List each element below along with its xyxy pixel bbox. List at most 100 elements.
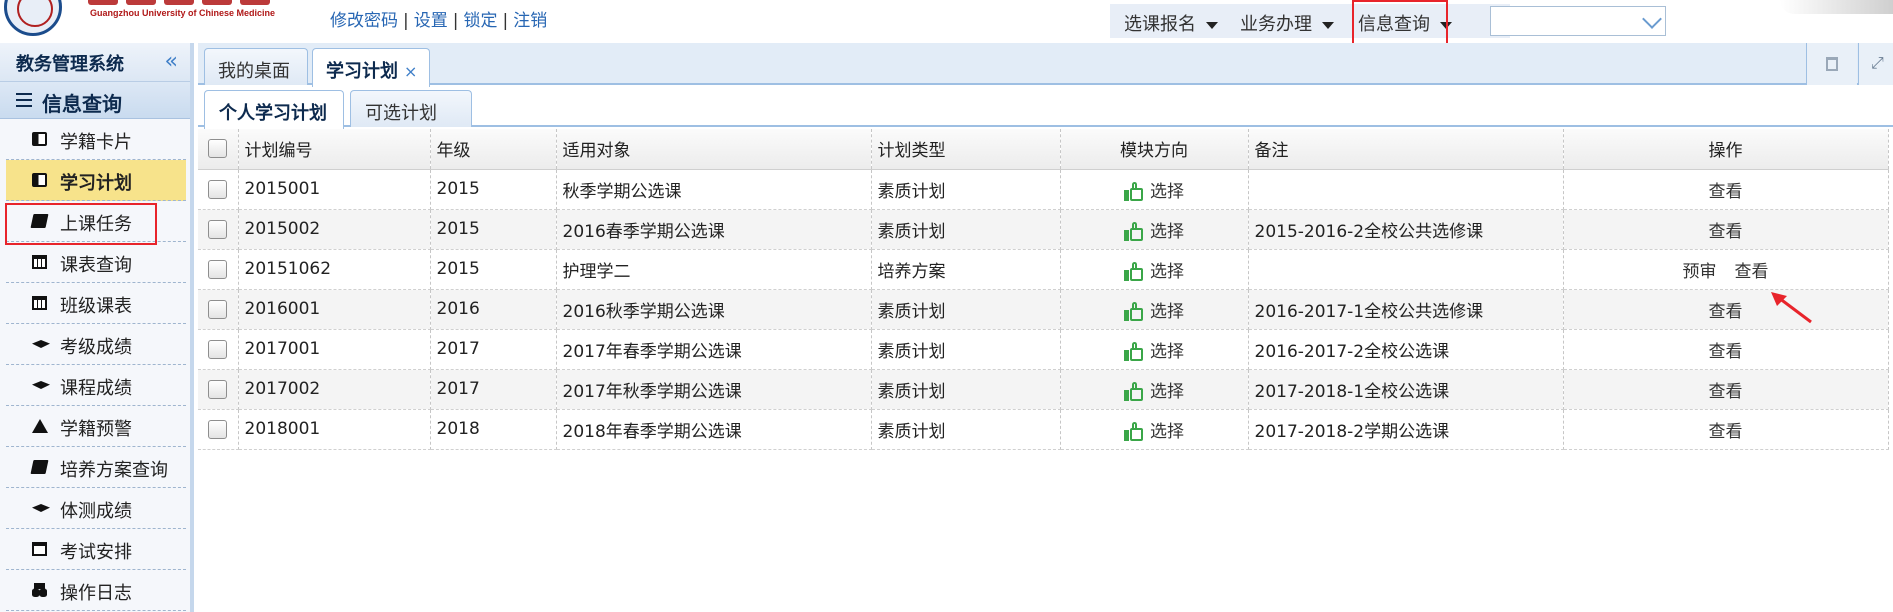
top-dropdown-select[interactable] [1490, 6, 1666, 36]
change-password-link[interactable]: 修改密码 [330, 11, 398, 31]
actions-cell: 预审 查看 [1563, 249, 1889, 290]
note-cell: 2016-2017-1全校公共选修课 [1248, 289, 1564, 330]
university-seal-icon [4, 0, 62, 36]
column-header[interactable]: 适用对象 [556, 129, 872, 170]
calendar-icon [32, 255, 47, 269]
row-checkbox[interactable] [208, 259, 228, 279]
sidebar-item-exam-schedule[interactable]: 考试安排 [6, 529, 186, 570]
view-link[interactable]: 查看 [1709, 302, 1743, 322]
sidebar-item-label: 学籍预警 [60, 419, 132, 440]
thumbs-up-icon [1124, 342, 1144, 361]
review-link[interactable]: 预审 [1683, 262, 1717, 282]
sidebar-item-program-query[interactable]: 培养方案查询 [6, 447, 186, 488]
double-chevron-left-icon[interactable]: « [165, 49, 178, 74]
column-header[interactable]: 模块方向 [1060, 129, 1249, 170]
view-link[interactable]: 查看 [1709, 222, 1743, 242]
sidebar-item-label: 学籍卡片 [60, 132, 132, 153]
row-checkbox-cell [198, 409, 239, 450]
row-checkbox[interactable] [208, 219, 228, 239]
sidebar-section-header[interactable]: 信息查询 [0, 82, 190, 119]
sidebar-item-study-plan[interactable]: 学习计划 [6, 160, 186, 201]
view-link[interactable]: 查看 [1735, 262, 1769, 282]
plan-type-cell: 素质计划 [871, 289, 1061, 330]
top-links: 修改密码 | 设置 | 锁定 | 注销 [330, 11, 548, 31]
column-header[interactable]: 计划编号 [238, 129, 431, 170]
sidebar-item-status-warning[interactable]: 学籍预警 [6, 406, 186, 447]
settings-link[interactable]: 设置 [414, 11, 448, 31]
select-module-button[interactable]: 选择 [1124, 182, 1184, 202]
table-row[interactable]: 2018001 2018 2018年春季学期公选课 素质计划 选择 2017-2018-2… [198, 409, 1889, 450]
row-checkbox[interactable] [208, 419, 228, 439]
module-direction-cell: 选择 [1060, 329, 1249, 370]
select-label: 选择 [1150, 421, 1184, 442]
sidebar-item-timetable[interactable]: 课表查询 [6, 242, 186, 283]
view-link[interactable]: 查看 [1709, 422, 1743, 442]
actions-cell: 查看 [1563, 409, 1889, 450]
menu-course-registration[interactable]: 选课报名 [1124, 10, 1218, 36]
row-checkbox[interactable] [208, 299, 228, 319]
select-module-button[interactable]: 选择 [1124, 382, 1184, 402]
sidebar-item-label: 学习计划 [60, 173, 132, 194]
column-header[interactable]: 年级 [430, 129, 557, 170]
row-checkbox-cell [198, 369, 239, 410]
sidebar-item-class-timetable[interactable]: 班级课表 [6, 283, 186, 324]
fullscreen-button[interactable]: ⤢ [1858, 43, 1893, 85]
subtab-optional-plan[interactable]: 可选计划 [350, 90, 472, 127]
close-icon[interactable]: × [404, 62, 417, 81]
select-module-button[interactable]: 选择 [1124, 302, 1184, 322]
sidebar-item-operation-log[interactable]: 操作日志 [6, 570, 186, 611]
select-all-checkbox[interactable] [208, 139, 228, 159]
select-module-button[interactable]: 选择 [1124, 342, 1184, 362]
target-cell: 秋季学期公选课 [556, 169, 872, 210]
logout-link[interactable]: 注销 [513, 11, 547, 31]
view-link[interactable]: 查看 [1709, 342, 1743, 362]
plan-id-cell: 2018001 [238, 409, 431, 450]
column-header[interactable]: 备注 [1248, 129, 1564, 170]
warning-icon [32, 419, 48, 433]
target-cell: 护理学二 [556, 249, 872, 290]
sidebar-item-fitness-scores[interactable]: 体测成绩 [6, 488, 186, 529]
grade-cell: 2017 [430, 369, 557, 410]
grade-cell: 2017 [430, 329, 557, 370]
sidebar-item-label: 体测成绩 [60, 501, 132, 522]
table-row[interactable]: 2017002 2017 2017年秋季学期公选课 素质计划 选择 2017-2018-1… [198, 369, 1889, 410]
graduation-cap-icon [32, 504, 50, 512]
select-module-button[interactable]: 选择 [1124, 422, 1184, 442]
tab-study-plan[interactable]: 学习计划 × [312, 48, 430, 87]
subtab-personal-plan[interactable]: 个人学习计划 [204, 90, 344, 129]
select-module-button[interactable]: 选择 [1124, 222, 1184, 242]
column-header[interactable]: 计划类型 [871, 129, 1061, 170]
tab-my-desktop[interactable]: 我的桌面 [204, 48, 308, 85]
view-link[interactable]: 查看 [1709, 382, 1743, 402]
actions-cell: 查看 [1563, 209, 1889, 250]
select-label: 选择 [1150, 261, 1184, 282]
row-checkbox[interactable] [208, 179, 228, 199]
corner-shadow [1780, 0, 1893, 14]
grade-cell: 2018 [430, 409, 557, 450]
table-row[interactable]: 20151062 2015 护理学二 培养方案 选择 预审 查看 [198, 249, 1889, 290]
thumbs-up-icon [1124, 262, 1144, 281]
calendar-empty-icon [32, 542, 47, 556]
table-row[interactable]: 2017001 2017 2017年春季学期公选课 素质计划 选择 2016-2017-2… [198, 329, 1889, 370]
sidebar-item-grade-exam-scores[interactable]: 考级成绩 [6, 324, 186, 365]
sidebar-item-student-card[interactable]: 学籍卡片 [6, 119, 186, 160]
view-link[interactable]: 查看 [1709, 182, 1743, 202]
close-all-tabs-button[interactable] [1806, 43, 1857, 85]
table-row[interactable]: 2015001 2015 秋季学期公选课 素质计划 选择 查看 [198, 169, 1889, 210]
column-header[interactable]: 操作 [1563, 129, 1889, 170]
menu-business[interactable]: 业务办理 [1240, 10, 1334, 36]
tab-bar: 我的桌面 学习计划 × ⤢ [198, 43, 1893, 87]
lock-link[interactable]: 锁定 [463, 11, 497, 31]
subtab-bar: 个人学习计划 可选计划 [198, 87, 1893, 129]
logo-title-graphic [88, 0, 310, 5]
thumbs-up-icon [1124, 422, 1144, 441]
sidebar-item-course-scores[interactable]: 课程成绩 [6, 365, 186, 406]
row-checkbox[interactable] [208, 379, 228, 399]
target-cell: 2018年春季学期公选课 [556, 409, 872, 450]
row-checkbox[interactable] [208, 339, 228, 359]
table-row[interactable]: 2016001 2016 2016秋季学期公选课 素质计划 选择 2016-2017-1全… [198, 289, 1889, 330]
table-row[interactable]: 2015002 2015 2016春季学期公选课 素质计划 选择 2015-2016-2全… [198, 209, 1889, 250]
select-module-button[interactable]: 选择 [1124, 262, 1184, 282]
main-content: 我的桌面 学习计划 × ⤢ 个人学习计划 可选计划 计划编号 年级 适用对象 计… [198, 43, 1893, 612]
graduation-cap-icon [32, 340, 50, 348]
